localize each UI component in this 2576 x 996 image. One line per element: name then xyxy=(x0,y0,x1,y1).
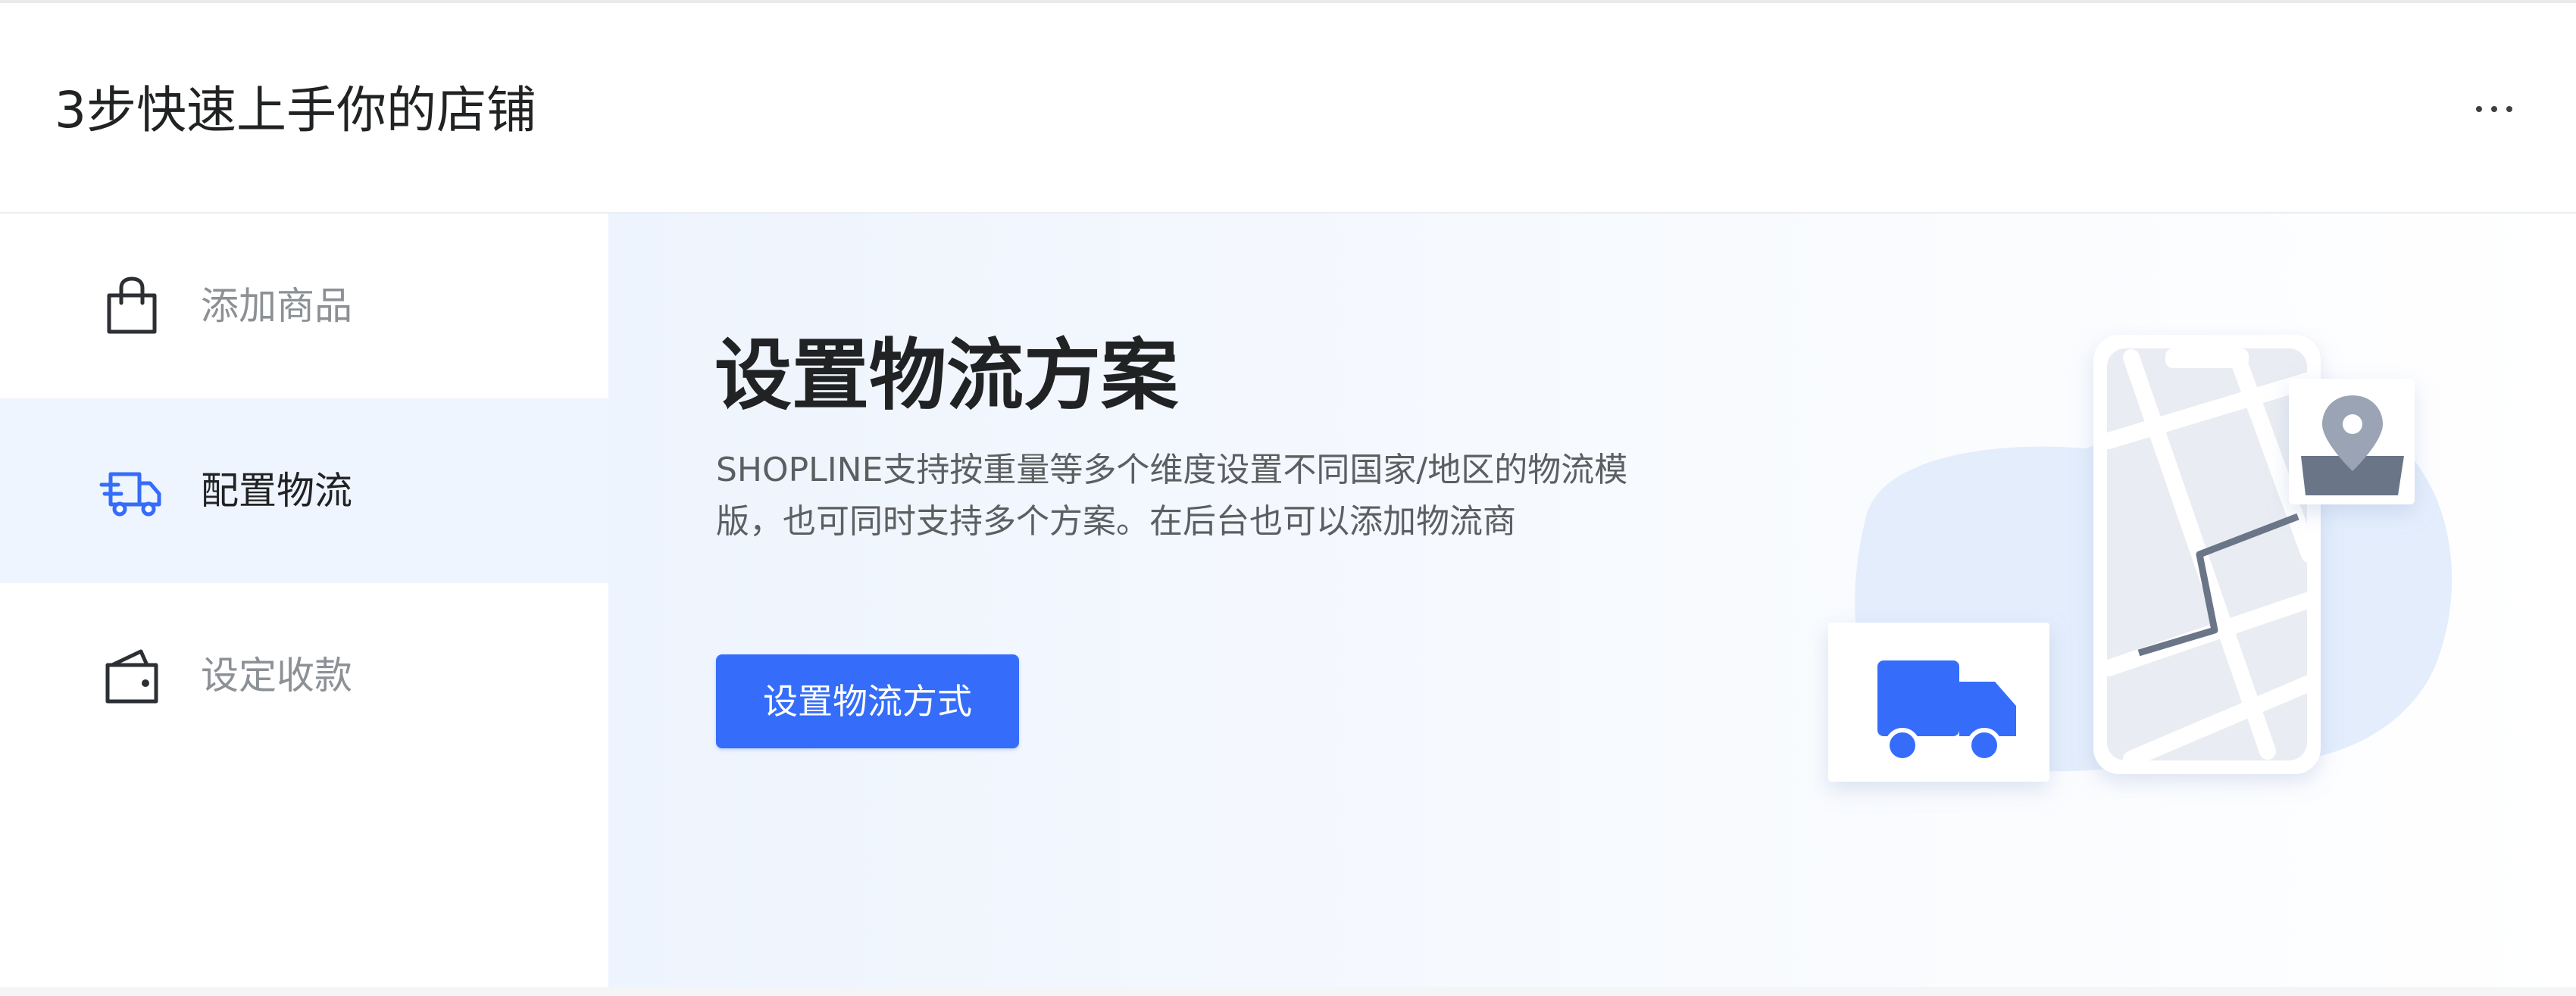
steps-sidebar: 添加商品 配置物流 设定收款 xyxy=(0,214,608,987)
step-label-add-products: 添加商品 xyxy=(201,284,352,328)
step-label-set-payments: 设定收款 xyxy=(201,654,352,698)
step-add-products[interactable]: 添加商品 xyxy=(0,214,608,398)
more-horizontal-icon-dot xyxy=(2491,106,2497,112)
description-line: 版，也可同时支持多个方案。在后台也可以添加物流商 xyxy=(716,502,1516,541)
content-description: SHOPLINE支持按重量等多个维度设置不同国家/地区的物流模 版，也可同时支持… xyxy=(716,445,1777,548)
more-horizontal-icon-dot xyxy=(2506,106,2512,112)
wallet-icon xyxy=(105,649,158,704)
step-label-configure-shipping: 配置物流 xyxy=(201,469,352,513)
set-shipping-method-button[interactable]: 设置物流方式 xyxy=(716,654,1019,748)
step-configure-shipping[interactable]: 配置物流 xyxy=(0,398,608,583)
more-options-button[interactable] xyxy=(2452,79,2537,139)
delivery-truck-icon xyxy=(99,472,161,517)
more-horizontal-icon xyxy=(2476,106,2482,112)
card-title: 3步快速上手你的店铺 xyxy=(55,81,536,139)
onboarding-card: 3步快速上手你的店铺 添加商品 配置物流 设定收款 设置物流方案 SHOPLIN… xyxy=(0,0,2576,987)
step-set-payments[interactable]: 设定收款 xyxy=(0,583,608,768)
phone-map-truck-illustration xyxy=(1828,335,2453,782)
shopping-bag-icon xyxy=(107,276,157,334)
step-content-panel: 设置物流方案 SHOPLINE支持按重量等多个维度设置不同国家/地区的物流模 版… xyxy=(608,214,2576,987)
content-heading: 设置物流方案 xyxy=(714,331,1178,421)
card-header: 3步快速上手你的店铺 xyxy=(0,3,2576,214)
description-line: SHOPLINE支持按重量等多个维度设置不同国家/地区的物流模 xyxy=(716,451,1628,489)
